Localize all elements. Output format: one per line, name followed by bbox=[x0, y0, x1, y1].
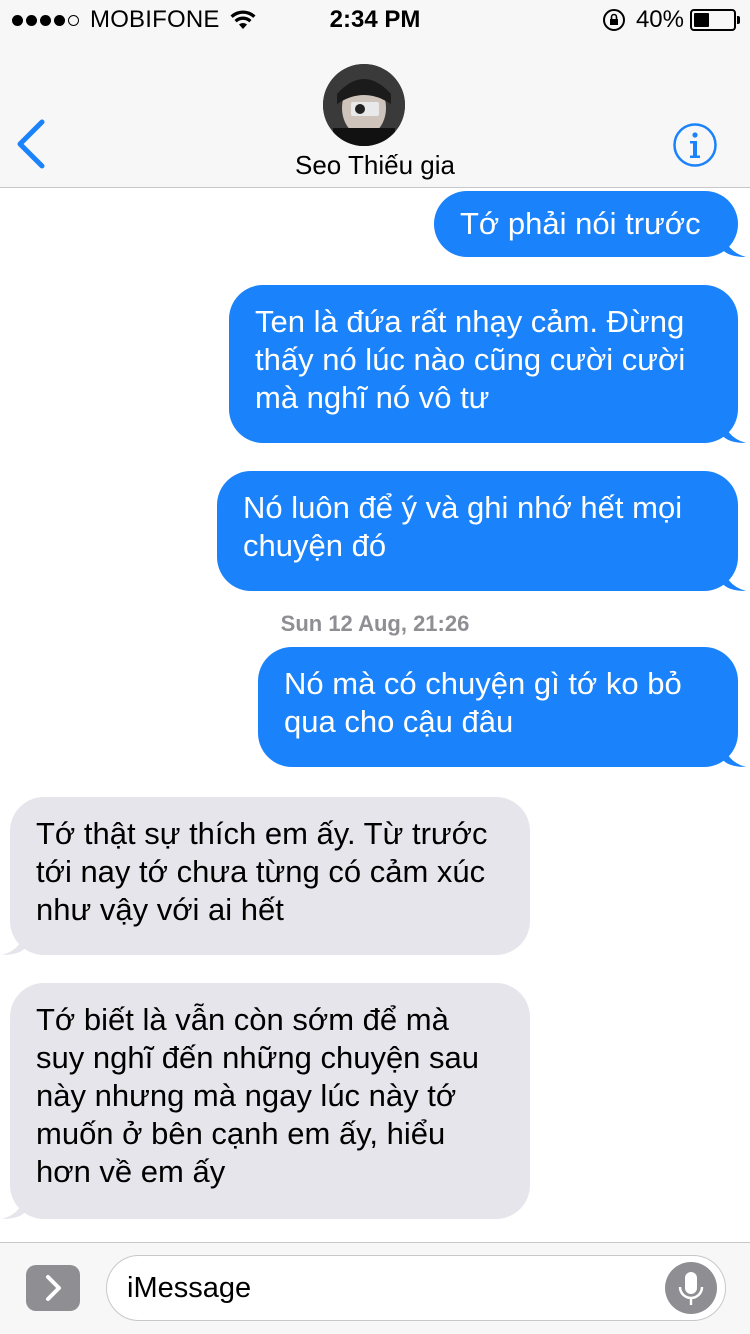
message-text: Nó mà có chuyện gì tớ ko bỏ qua cho cậu … bbox=[284, 666, 682, 739]
imessage-placeholder: iMessage bbox=[127, 1272, 252, 1304]
message-thread[interactable]: Tớ phải nói trước Ten là đứa rất nhạy cả… bbox=[0, 189, 750, 1241]
battery-percentage: 40% bbox=[635, 6, 684, 33]
bubble-tail bbox=[722, 413, 746, 443]
message-timestamp: Sun 12 Aug, 21:26 bbox=[280, 611, 470, 636]
imessage-input[interactable]: iMessage bbox=[106, 1255, 726, 1321]
navigation-header: MOBIFONE 2:34 PM 40% Seo Thiếu gia bbox=[0, 0, 750, 188]
dictation-button[interactable] bbox=[665, 1262, 717, 1314]
message-composer: iMessage bbox=[0, 1242, 750, 1334]
message-text: Tớ phải nói trước bbox=[460, 206, 701, 241]
info-icon[interactable] bbox=[672, 122, 718, 168]
bubble-tail bbox=[722, 561, 746, 591]
contact-name[interactable]: Seo Thiếu gia bbox=[0, 150, 750, 181]
bubble-tail bbox=[2, 925, 26, 955]
incoming-message[interactable]: Tớ thật sự thích em ấy. Từ trước tới nay… bbox=[2, 797, 530, 955]
message-text: Nó luôn để ý và ghi nhớ hết mọi chuyện đ… bbox=[243, 490, 683, 563]
outgoing-message[interactable]: Tớ phải nói trước bbox=[434, 191, 746, 257]
contact-avatar[interactable] bbox=[323, 64, 405, 146]
microphone-icon bbox=[678, 1272, 704, 1305]
bubble-tail bbox=[722, 737, 746, 767]
message-text: Tớ biết là vẫn còn sớm để mà suy nghĩ đế… bbox=[36, 1002, 480, 1189]
outgoing-message[interactable]: Nó luôn để ý và ghi nhớ hết mọi chuyện đ… bbox=[217, 471, 746, 591]
outgoing-message[interactable]: Ten là đứa rất nhạy cảm. Đừng thấy nó lú… bbox=[229, 285, 746, 443]
chevron-right-icon bbox=[46, 1275, 61, 1301]
battery-icon bbox=[690, 9, 740, 31]
bubble-tail bbox=[722, 227, 746, 257]
status-bar: MOBIFONE 2:34 PM 40% bbox=[0, 0, 750, 40]
message-text: Ten là đứa rất nhạy cảm. Đừng thấy nó lú… bbox=[255, 304, 686, 415]
rotation-lock-icon bbox=[602, 9, 625, 31]
incoming-message[interactable]: Tớ biết là vẫn còn sớm để mà suy nghĩ đế… bbox=[2, 983, 530, 1219]
outgoing-message[interactable]: Nó mà có chuyện gì tớ ko bỏ qua cho cậu … bbox=[258, 647, 746, 767]
message-text: Tớ thật sự thích em ấy. Từ trước tới nay… bbox=[36, 816, 488, 927]
bubble-tail bbox=[2, 1189, 26, 1219]
expand-apps-button[interactable] bbox=[26, 1265, 80, 1311]
